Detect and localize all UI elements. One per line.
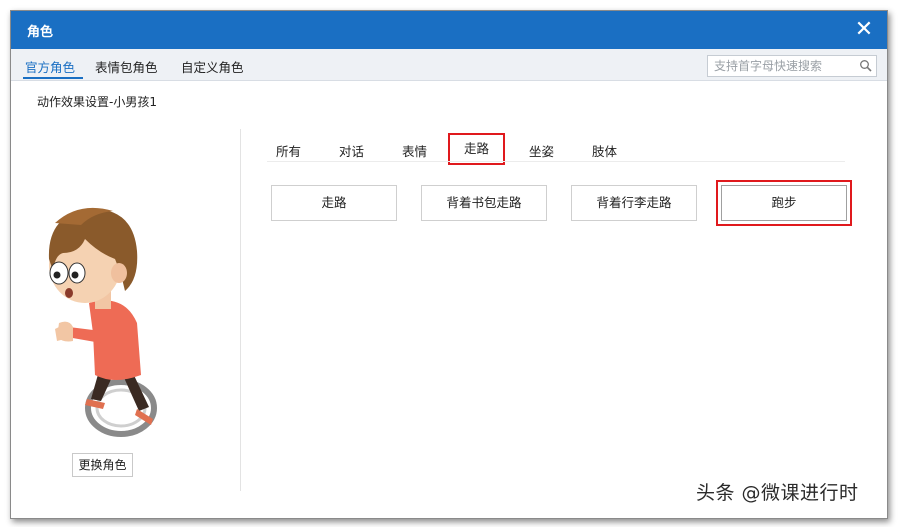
- change-role-button[interactable]: 更换角色: [72, 453, 133, 477]
- character-dialog: 角色 ✕ 官方角色 表情包角色 自定义角色 动作效果设置-小男孩1: [10, 10, 888, 519]
- motion-walk-with-luggage-button[interactable]: 背着行李走路: [571, 185, 697, 221]
- category-tab-walking[interactable]: 走路: [448, 133, 505, 165]
- active-tab-indicator: [23, 77, 83, 79]
- tab-custom-roles[interactable]: 自定义角色: [181, 57, 244, 76]
- motion-run-button[interactable]: 跑步: [721, 185, 847, 221]
- tab-emoji-roles[interactable]: 表情包角色: [95, 57, 158, 76]
- motion-walk-button[interactable]: 走路: [271, 185, 397, 221]
- motion-walk-with-backpack-button[interactable]: 背着书包走路: [421, 185, 547, 221]
- title-bar: 角色 ✕: [11, 11, 887, 49]
- close-button[interactable]: ✕: [851, 17, 877, 43]
- panel-divider: [240, 129, 241, 491]
- category-tab-underline: [267, 161, 845, 162]
- watermark-text: 头条 @微课进行时: [696, 482, 859, 504]
- search-input[interactable]: [708, 56, 856, 76]
- search-icon[interactable]: [859, 59, 873, 73]
- category-tab-expression[interactable]: 表情: [402, 141, 427, 160]
- category-tab-all[interactable]: 所有: [276, 141, 301, 160]
- dialog-title: 角色: [27, 25, 54, 40]
- boy-character-image: [48, 207, 157, 437]
- category-tab-sitting[interactable]: 坐姿: [529, 141, 554, 160]
- category-tab-body[interactable]: 肢体: [592, 141, 617, 160]
- category-tab-dialogue[interactable]: 对话: [339, 141, 364, 160]
- search-box: [707, 55, 877, 77]
- tab-official-roles[interactable]: 官方角色: [25, 57, 75, 76]
- action-settings-title: 动作效果设置-小男孩1: [37, 95, 157, 109]
